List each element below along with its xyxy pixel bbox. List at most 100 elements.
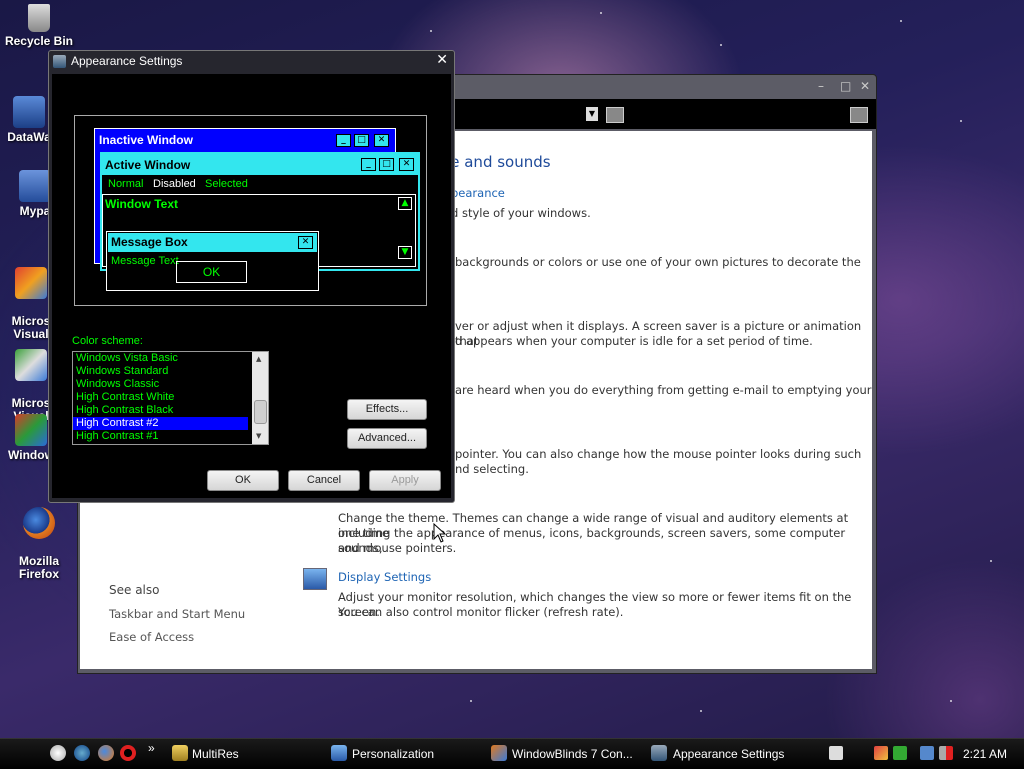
taskbar-item-appearance-settings[interactable]: Appearance Settings [673,747,784,761]
window-text: Window Text [105,197,178,211]
active-window-title: Active Window [105,158,191,172]
chevron-down-icon[interactable]: ▼ [586,107,598,121]
desktop-icon-label: Mypa [19,204,51,218]
scroll-up-icon[interactable]: ▲ [256,355,261,363]
list-item-selected[interactable]: High Contrast #2 [73,417,248,430]
page-title: ce and sounds [442,153,551,171]
desktop-icon-firefox[interactable]: Mozilla Firefox [2,494,76,581]
menu-selected: Selected [205,178,248,190]
recycle-bin-icon [28,4,50,32]
close-icon[interactable]: ✕ [860,79,870,93]
taskbar-item-windowblinds[interactable]: WindowBlinds 7 Con... [512,747,633,761]
link-ease-of-access[interactable]: Ease of Access [109,630,194,644]
description-text: nd selecting. [455,462,529,476]
windows-icon [15,414,47,446]
visual-studio-icon [15,349,47,381]
scroll-down-icon[interactable]: ▼ [256,432,261,440]
list-scrollbar[interactable]: ▲ ▼ [252,352,268,444]
appearance-icon [53,55,66,68]
display-description: You can also control monitor flicker (re… [338,605,624,619]
inactive-window-title: Inactive Window [99,133,193,147]
cancel-button[interactable]: Cancel [288,470,360,491]
shortcut-icon [19,170,51,202]
see-also-title: See also [109,583,160,597]
shortcut-icon [13,96,45,128]
desktop-icon-label: DataWa [7,130,51,144]
desktop-icon-recycle-bin[interactable]: Recycle Bin [2,4,76,48]
show-desktop-icon[interactable] [50,745,66,761]
list-item[interactable]: Windows Vista Basic [73,352,248,365]
dialog-title: Appearance Settings [71,54,183,68]
close-icon[interactable]: ✕ [436,52,448,68]
dialog-titlebar: Appearance Settings ✕ [49,51,454,73]
ok-button[interactable]: OK [207,470,279,491]
scheme-preview: Inactive Window _ □ ✕ Active Window _ □ … [74,115,427,306]
color-scheme-label: Color scheme: [72,335,143,347]
mouse-cursor-icon [433,523,447,543]
description-text: d style of your windows. [451,206,591,220]
scrollbar-thumb[interactable] [254,400,267,424]
internet-explorer-icon[interactable] [74,745,90,761]
windowblinds-icon [491,745,507,761]
list-item[interactable]: Windows Classic [73,378,248,391]
star [950,700,952,702]
maximize-icon: □ [354,134,369,147]
list-item[interactable]: High Contrast #1 [73,430,248,443]
star [990,560,992,562]
volume-muted-icon[interactable] [939,746,953,760]
star [960,120,962,122]
tray-pen-icon[interactable] [829,746,843,760]
star [720,44,722,46]
refresh-icon[interactable] [606,107,624,123]
advanced-button[interactable]: Advanced... [347,428,427,449]
opera-icon[interactable] [120,745,136,761]
star [430,30,432,32]
menu-normal: Normal [108,178,144,190]
tray-app-icon[interactable] [874,746,888,760]
description-text: are heard when you do everything from ge… [455,383,872,397]
close-icon: ✕ [399,158,414,171]
maximize-icon[interactable]: □ [840,79,851,93]
personalization-icon [331,745,347,761]
theme-description: and mouse pointers. [338,541,457,555]
menu-disabled: Disabled [153,178,196,190]
list-item[interactable]: Windows Standard [73,365,248,378]
firefox-icon[interactable] [98,745,114,761]
star [900,20,902,22]
multires-icon [172,745,188,761]
quicklaunch-chevron[interactable]: » [148,741,155,755]
description-text: pointer. You can also change how the mou… [455,447,862,461]
preview-message-box: Message Box ✕ Message Text OK [106,231,319,291]
description-text: d appears when your computer is idle for… [455,334,813,348]
effects-button[interactable]: Effects... [347,399,427,420]
list-item[interactable]: High Contrast Black [73,404,248,417]
desktop-icon-label: Recycle Bin [4,34,74,48]
desktop-icon-label: Mozilla Firefox [18,554,59,581]
minimize-icon: _ [361,158,376,171]
taskbar-item-multires[interactable]: MultiRes [192,747,239,761]
minimize-icon[interactable]: – [818,79,824,93]
tray-check-icon[interactable] [893,746,907,760]
search-icon[interactable] [850,107,868,123]
link-display-settings[interactable]: Display Settings [338,570,431,584]
star [600,12,602,14]
message-text: Message Text [111,255,179,267]
minimize-icon: _ [336,134,351,147]
maximize-icon: □ [379,158,394,171]
appearance-settings-dialog: Appearance Settings ✕ Inactive Window _ … [48,50,455,503]
apply-button[interactable]: Apply [369,470,441,491]
appearance-icon [651,745,667,761]
dialog-body: Inactive Window _ □ ✕ Active Window _ □ … [52,74,451,498]
list-item[interactable]: High Contrast White [73,391,248,404]
close-icon: ✕ [374,134,389,147]
color-scheme-list[interactable]: Windows Vista Basic Windows Standard Win… [72,351,269,445]
taskbar: » MultiRes Personalization WindowBlinds … [0,738,1024,769]
link-taskbar-start-menu[interactable]: Taskbar and Start Menu [109,607,245,621]
clock[interactable]: 2:21 AM [963,747,1007,761]
link-window-color-appearance[interactable]: pearance [451,186,505,200]
star [470,700,472,702]
star [700,710,702,712]
close-icon: ✕ [298,236,313,249]
network-icon[interactable] [920,746,934,760]
taskbar-item-personalization[interactable]: Personalization [352,747,434,761]
